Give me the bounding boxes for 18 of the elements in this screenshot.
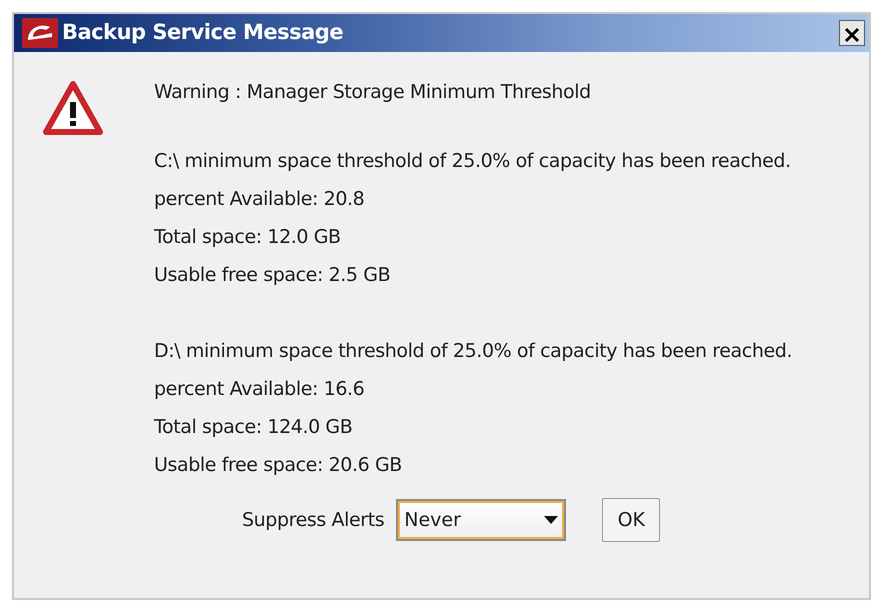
close-icon bbox=[844, 26, 860, 43]
message-line: Total space: 12.0 GB bbox=[154, 225, 342, 250]
app-logo-icon bbox=[22, 18, 58, 48]
message-line: C:\ minimum space threshold of 25.0% of capacity has been reached. bbox=[154, 149, 792, 174]
message-line: percent Available: 20.8 bbox=[154, 187, 366, 212]
suppress-dropdown[interactable]: Never bbox=[396, 499, 566, 541]
window-title: Backup Service Message bbox=[62, 19, 344, 46]
close-button[interactable] bbox=[839, 20, 865, 46]
ok-button[interactable]: OK bbox=[602, 498, 660, 542]
warning-icon bbox=[42, 80, 104, 136]
suppress-alerts-label: Suppress Alerts bbox=[242, 508, 384, 533]
message-line: percent Available: 16.6 bbox=[154, 377, 366, 402]
message-line: Total space: 124.0 GB bbox=[154, 415, 354, 440]
caret-icon bbox=[544, 516, 558, 524]
message-line: Usable free space: 2.5 GB bbox=[154, 263, 392, 288]
message-line: Usable free space: 20.6 GB bbox=[154, 453, 403, 478]
warning-heading: Warning : Manager Storage Minimum Threshold bbox=[154, 80, 592, 104]
message-line: D:\ minimum space threshold of 25.0% of capacity has been reached. bbox=[154, 339, 792, 364]
